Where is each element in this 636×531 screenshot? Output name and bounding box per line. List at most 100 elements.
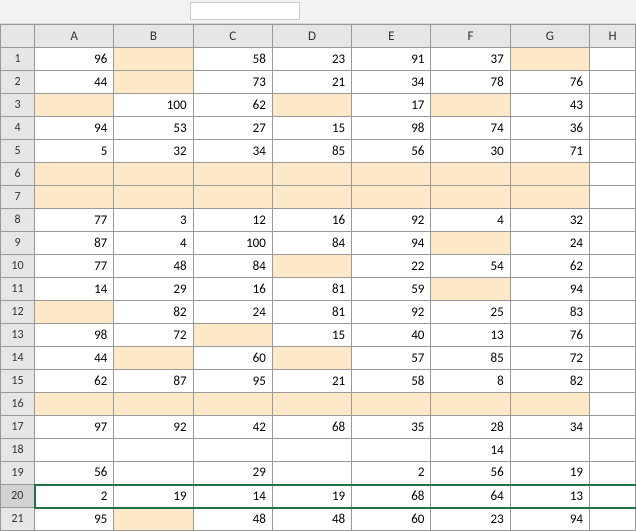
- grid[interactable]: ABCDEFGH19658239137244732134787631006217…: [0, 24, 636, 531]
- cell-D12[interactable]: 81: [272, 301, 351, 324]
- cell-C8[interactable]: 12: [193, 209, 272, 232]
- cell-H10[interactable]: [590, 255, 636, 278]
- cell-A7[interactable]: [35, 186, 114, 209]
- col-header-C[interactable]: C: [193, 25, 272, 48]
- cell-C4[interactable]: 27: [193, 117, 272, 140]
- col-header-F[interactable]: F: [431, 25, 510, 48]
- cell-F8[interactable]: 4: [431, 209, 510, 232]
- cell-D4[interactable]: 15: [272, 117, 351, 140]
- cell-C2[interactable]: 73: [193, 71, 272, 94]
- row-header-6[interactable]: 6: [1, 163, 35, 186]
- cell-G3[interactable]: 43: [510, 94, 589, 117]
- cell-F19[interactable]: 56: [431, 462, 510, 485]
- cell-A10[interactable]: 77: [35, 255, 114, 278]
- cell-B9[interactable]: 4: [114, 232, 193, 255]
- cell-E11[interactable]: 59: [352, 278, 431, 301]
- cell-E14[interactable]: 57: [352, 347, 431, 370]
- cell-A15[interactable]: 62: [35, 370, 114, 393]
- cell-F18[interactable]: 14: [431, 439, 510, 462]
- cell-D6[interactable]: [272, 163, 351, 186]
- cell-D11[interactable]: 81: [272, 278, 351, 301]
- cell-H6[interactable]: [590, 163, 636, 186]
- cell-D18[interactable]: [272, 439, 351, 462]
- cell-D2[interactable]: 21: [272, 71, 351, 94]
- cell-G1[interactable]: [510, 48, 589, 71]
- cell-G17[interactable]: 34: [510, 416, 589, 439]
- cell-H11[interactable]: [590, 278, 636, 301]
- cell-G15[interactable]: 82: [510, 370, 589, 393]
- cell-F14[interactable]: 85: [431, 347, 510, 370]
- cell-F4[interactable]: 74: [431, 117, 510, 140]
- cell-A19[interactable]: 56: [35, 462, 114, 485]
- cell-E10[interactable]: 22: [352, 255, 431, 278]
- cell-H4[interactable]: [590, 117, 636, 140]
- cell-B11[interactable]: 29: [114, 278, 193, 301]
- cell-H7[interactable]: [590, 186, 636, 209]
- cell-F12[interactable]: 25: [431, 301, 510, 324]
- cell-A9[interactable]: 87: [35, 232, 114, 255]
- cell-D19[interactable]: [272, 462, 351, 485]
- row-header-14[interactable]: 14: [1, 347, 35, 370]
- cell-E16[interactable]: [352, 393, 431, 416]
- cell-F16[interactable]: [431, 393, 510, 416]
- cell-H8[interactable]: [590, 209, 636, 232]
- row-header-15[interactable]: 15: [1, 370, 35, 393]
- cell-C16[interactable]: [193, 393, 272, 416]
- row-header-1[interactable]: 1: [1, 48, 35, 71]
- cell-B17[interactable]: 92: [114, 416, 193, 439]
- cell-H1[interactable]: [590, 48, 636, 71]
- cell-A20[interactable]: 2: [35, 485, 114, 508]
- cell-A18[interactable]: [35, 439, 114, 462]
- col-header-H[interactable]: H: [590, 25, 636, 48]
- row-header-7[interactable]: 7: [1, 186, 35, 209]
- col-header-E[interactable]: E: [352, 25, 431, 48]
- cell-B12[interactable]: 82: [114, 301, 193, 324]
- cell-F1[interactable]: 37: [431, 48, 510, 71]
- cell-A1[interactable]: 96: [35, 48, 114, 71]
- cell-G14[interactable]: 72: [510, 347, 589, 370]
- cell-H19[interactable]: [590, 462, 636, 485]
- row-header-10[interactable]: 10: [1, 255, 35, 278]
- cell-E20[interactable]: 68: [352, 485, 431, 508]
- cell-D8[interactable]: 16: [272, 209, 351, 232]
- cell-B3[interactable]: 100: [114, 94, 193, 117]
- row-header-11[interactable]: 11: [1, 278, 35, 301]
- cell-A8[interactable]: 77: [35, 209, 114, 232]
- cell-C6[interactable]: [193, 163, 272, 186]
- cell-A13[interactable]: 98: [35, 324, 114, 347]
- cell-H9[interactable]: [590, 232, 636, 255]
- cell-D10[interactable]: [272, 255, 351, 278]
- row-header-2[interactable]: 2: [1, 71, 35, 94]
- cell-D15[interactable]: 21: [272, 370, 351, 393]
- cell-F15[interactable]: 8: [431, 370, 510, 393]
- cell-F17[interactable]: 28: [431, 416, 510, 439]
- cell-F6[interactable]: [431, 163, 510, 186]
- cell-C17[interactable]: 42: [193, 416, 272, 439]
- cell-C13[interactable]: [193, 324, 272, 347]
- cell-C11[interactable]: 16: [193, 278, 272, 301]
- cell-H13[interactable]: [590, 324, 636, 347]
- cell-B21[interactable]: [114, 508, 193, 531]
- cell-C5[interactable]: 34: [193, 140, 272, 163]
- cell-F7[interactable]: [431, 186, 510, 209]
- cell-C12[interactable]: 24: [193, 301, 272, 324]
- col-header-B[interactable]: B: [114, 25, 193, 48]
- cell-H5[interactable]: [590, 140, 636, 163]
- cell-A6[interactable]: [35, 163, 114, 186]
- cell-E5[interactable]: 56: [352, 140, 431, 163]
- row-header-4[interactable]: 4: [1, 117, 35, 140]
- cell-C1[interactable]: 58: [193, 48, 272, 71]
- cell-B18[interactable]: [114, 439, 193, 462]
- col-header-A[interactable]: A: [35, 25, 114, 48]
- cell-E1[interactable]: 91: [352, 48, 431, 71]
- cell-C20[interactable]: 14: [193, 485, 272, 508]
- cell-G18[interactable]: [510, 439, 589, 462]
- cell-H15[interactable]: [590, 370, 636, 393]
- name-box[interactable]: [190, 2, 300, 20]
- cell-F13[interactable]: 13: [431, 324, 510, 347]
- cell-E19[interactable]: 2: [352, 462, 431, 485]
- cell-A4[interactable]: 94: [35, 117, 114, 140]
- cell-B5[interactable]: 32: [114, 140, 193, 163]
- cell-F11[interactable]: [431, 278, 510, 301]
- cell-H16[interactable]: [590, 393, 636, 416]
